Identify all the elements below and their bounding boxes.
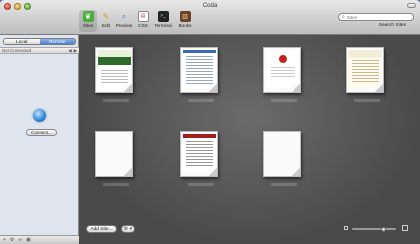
coda-window: Coda ❦ Sites ✎ Edit ⌕ Preview ▤ CSS >_ T… [0,0,420,244]
connect-button[interactable]: Connect... [26,129,57,136]
tool-terminal[interactable]: >_ Terminal [154,11,172,28]
tool-css[interactable]: ▤ CSS [134,11,152,28]
add-site-button[interactable]: Add Site... [86,225,117,233]
info-icon[interactable]: ▣ [26,237,31,243]
pencil-icon: ✎ [102,11,110,21]
site-thumbnail [95,131,133,177]
site-card[interactable] [180,131,220,186]
sites-browser: Add Site... ⚙ ▾ [80,35,420,244]
search-input[interactable] [346,14,407,20]
site-name [180,182,222,186]
search-field[interactable]: ⌕ [338,13,414,21]
local-remote-switch: Local Remote [3,38,76,45]
site-card[interactable] [346,47,386,102]
forward-arrow-icon[interactable]: ▶ [74,48,77,54]
css-icon: ▤ [137,11,149,22]
tool-label: Books [178,23,192,28]
action-menu-button[interactable]: ⚙ ▾ [121,225,135,233]
site-thumbnail [346,47,384,93]
tool-label: Preview [115,23,133,28]
tool-label: Terminal [154,23,172,28]
tool-label: Sites [82,23,94,28]
site-thumbnail [263,47,301,93]
back-arrow-icon[interactable]: ◀ [68,48,71,54]
toolbar-toggle-button[interactable] [407,3,416,8]
site-thumbnail [95,47,133,93]
slider-track[interactable] [352,227,396,232]
site-name [263,98,305,102]
site-name [180,98,222,102]
tool-preview[interactable]: ⌕ Preview [115,11,133,28]
tool-books[interactable]: ▥ Books [176,11,194,28]
site-card[interactable] [180,47,220,102]
add-icon[interactable]: + [3,237,6,243]
connection-bar: Not Connected ◀ ▶ [0,47,79,54]
site-thumbnail [263,131,301,177]
tool-edit[interactable]: ✎ Edit [97,11,115,28]
site-thumbnail [180,47,218,93]
thumbnail-size-slider[interactable] [344,225,408,232]
magnifier-icon: ⌕ [121,11,127,21]
slider-knob[interactable] [381,227,387,232]
site-name [346,98,388,102]
site-card[interactable] [95,47,135,102]
window-title: Coda [202,3,218,9]
tool-label: CSS [138,23,148,28]
site-card[interactable] [95,131,135,186]
tab-remote[interactable]: Remote [39,39,75,44]
search-icon: ⌕ [342,14,345,20]
search-label: Search Sites [378,23,406,28]
tab-local[interactable]: Local [4,39,40,44]
sidebar-footer: + ⚙ ∞ ▣ [0,235,79,244]
link-icon[interactable]: ∞ [18,237,22,243]
site-card[interactable] [263,47,303,102]
site-card[interactable] [263,131,303,186]
tool-sites[interactable]: ❦ Sites [79,10,97,32]
site-name [95,98,137,102]
gear-icon[interactable]: ⚙ [10,237,14,243]
leaf-icon: ❦ [82,11,94,22]
tool-label: Edit [102,23,110,28]
globe-icon [33,109,46,122]
connection-status[interactable]: Not Connected [2,48,66,53]
books-icon: ▥ [179,11,191,22]
small-thumbnail-icon [344,226,348,230]
site-name [95,182,137,186]
large-thumbnail-icon [402,225,408,231]
site-name [263,182,305,186]
terminal-icon: >_ [157,11,169,22]
sidebar: Local Remote Not Connected ◀ ▶ Connect..… [0,35,79,244]
title-toolbar: Coda ❦ Sites ✎ Edit ⌕ Preview ▤ CSS >_ T… [0,0,420,35]
site-thumbnail [180,131,218,177]
